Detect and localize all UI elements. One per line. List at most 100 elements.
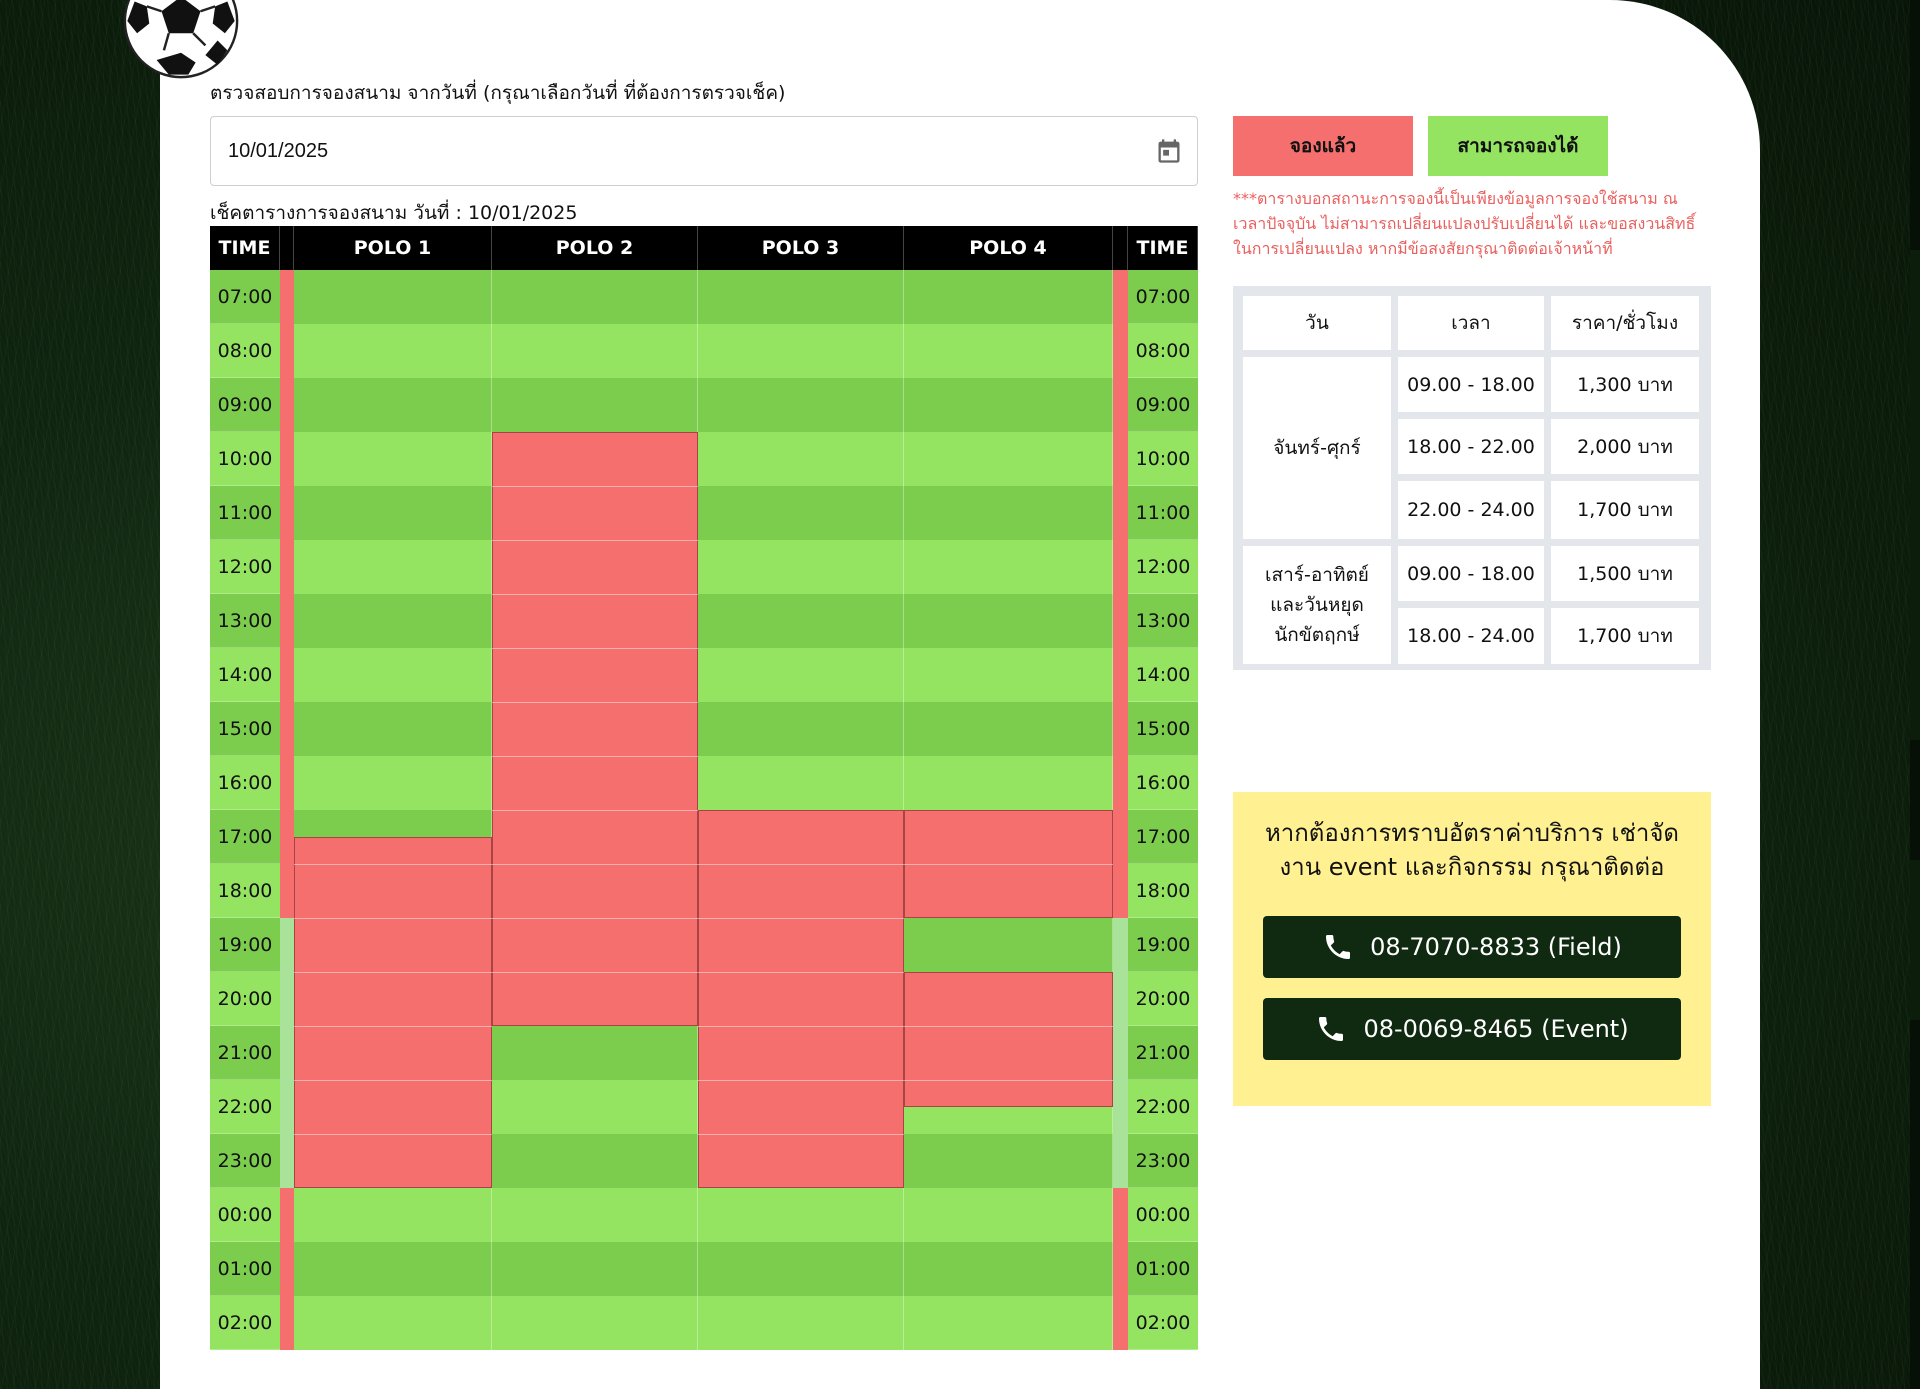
time-cell: 00:00 (210, 1188, 280, 1242)
page-scrollbar[interactable] (1910, 0, 1920, 1389)
time-cell: 09:00 (1128, 378, 1198, 432)
field-header-2: POLO 2 (492, 226, 698, 270)
field-phone-button[interactable]: 08-7070-8833 (Field) (1263, 916, 1681, 978)
time-cell: 12:00 (210, 540, 280, 594)
available-slot (492, 1134, 698, 1188)
phone-icon (1326, 935, 1351, 959)
price-weekday-label: จันทร์-ศุกร์ (1243, 357, 1391, 539)
side-strip (1113, 270, 1128, 918)
available-slot (904, 594, 1113, 648)
time-cell: 19:00 (1128, 918, 1198, 972)
available-slot (904, 702, 1113, 756)
available-slot (698, 378, 904, 432)
time-cell: 12:00 (1128, 540, 1198, 594)
price-table: วัน เวลา ราคา/ชั่วโมง จันทร์-ศุกร์ 09.00… (1233, 286, 1711, 670)
time-cell: 14:00 (1128, 648, 1198, 702)
booked-row-line (294, 1080, 492, 1081)
available-slot (698, 1188, 904, 1242)
calendar-icon[interactable] (1155, 137, 1183, 165)
booked-row-line (294, 864, 492, 865)
scrollbar-thumb[interactable] (1910, 740, 1920, 860)
side-strip (280, 918, 294, 1188)
time-cell: 01:00 (1128, 1242, 1198, 1296)
booked-row-line (294, 972, 492, 973)
booked-row-line (698, 864, 904, 865)
available-slot (904, 378, 1113, 432)
booked-slot (492, 432, 698, 1026)
available-slot (294, 1242, 492, 1296)
time-cell: 17:00 (210, 810, 280, 864)
time-cell: 20:00 (210, 972, 280, 1026)
available-slot (492, 1296, 698, 1350)
available-slot (492, 1026, 698, 1080)
available-slot (294, 270, 492, 324)
booked-row-line (698, 918, 904, 919)
time-cell: 23:00 (1128, 1134, 1198, 1188)
soccer-ball-icon (123, 0, 239, 79)
time-cell: 09:00 (210, 378, 280, 432)
booked-row-line (492, 486, 698, 487)
time-cell: 17:00 (1128, 810, 1198, 864)
scrollbar-thumb[interactable] (1910, 0, 1920, 250)
time-cell: 21:00 (210, 1026, 280, 1080)
price-rate-cell: 1,700 บาท (1551, 608, 1699, 664)
time-cell: 13:00 (210, 594, 280, 648)
time-cell: 18:00 (1128, 864, 1198, 918)
contact-message: หากต้องการทราบอัตราค่าบริการ เช่าจัดงาน … (1264, 819, 1680, 881)
price-time-cell: 18.00 - 22.00 (1398, 419, 1544, 474)
price-time-cell: 09.00 - 18.00 (1398, 546, 1544, 601)
time-cell: 11:00 (210, 486, 280, 540)
time-cell: 01:00 (210, 1242, 280, 1296)
time-cell: 20:00 (1128, 972, 1198, 1026)
booked-row-line (294, 918, 492, 919)
available-slot (698, 1242, 904, 1296)
time-cell: 08:00 (210, 324, 280, 378)
date-check-label: ตรวจสอบการจองสนาม จากวันที่ (กรุณาเลือกว… (210, 82, 786, 104)
phone-icon (1319, 1017, 1344, 1041)
side-strip (1113, 918, 1128, 1188)
available-slot (294, 540, 492, 594)
available-slot (698, 324, 904, 378)
available-slot (698, 756, 904, 810)
event-phone-text: 08-0069-8465 (Event) (1363, 1015, 1629, 1043)
available-slot (294, 1188, 492, 1242)
available-slot (492, 324, 698, 378)
time-cell: 16:00 (210, 756, 280, 810)
scrollbar-thumb[interactable] (1910, 1020, 1920, 1389)
time-cell: 16:00 (1128, 756, 1198, 810)
available-slot (698, 432, 904, 486)
available-slot (904, 270, 1113, 324)
available-slot (294, 756, 492, 810)
time-cell: 23:00 (210, 1134, 280, 1188)
field-header-1: POLO 1 (294, 226, 492, 270)
time-cell: 15:00 (1128, 702, 1198, 756)
price-rate-cell: 1,700 บาท (1551, 481, 1699, 539)
time-cell: 13:00 (1128, 594, 1198, 648)
available-slot (698, 594, 904, 648)
time-cell: 10:00 (1128, 432, 1198, 486)
available-slot (904, 324, 1113, 378)
time-cell: 10:00 (210, 432, 280, 486)
time-header-left: TIME (210, 226, 280, 270)
booked-row-line (698, 1080, 904, 1081)
available-slot (698, 486, 904, 540)
event-phone-button[interactable]: 08-0069-8465 (Event) (1263, 998, 1681, 1060)
available-slot (492, 378, 698, 432)
booked-row-line (492, 864, 698, 865)
booked-row-line (492, 756, 698, 757)
time-header-right: TIME (1128, 226, 1198, 270)
booked-row-line (698, 1026, 904, 1027)
time-cell: 15:00 (210, 702, 280, 756)
available-slot (698, 702, 904, 756)
price-header-rate: ราคา/ชั่วโมง (1551, 296, 1699, 350)
booked-row-line (698, 972, 904, 973)
field-header-3: POLO 3 (698, 226, 904, 270)
available-slot (698, 648, 904, 702)
available-slot (698, 540, 904, 594)
date-picker-input[interactable]: 10/01/2025 (210, 116, 1198, 186)
time-cell: 07:00 (210, 270, 280, 324)
price-time-cell: 09.00 - 18.00 (1398, 357, 1544, 412)
available-slot (294, 1296, 492, 1350)
available-slot (904, 918, 1113, 972)
available-slot (904, 540, 1113, 594)
